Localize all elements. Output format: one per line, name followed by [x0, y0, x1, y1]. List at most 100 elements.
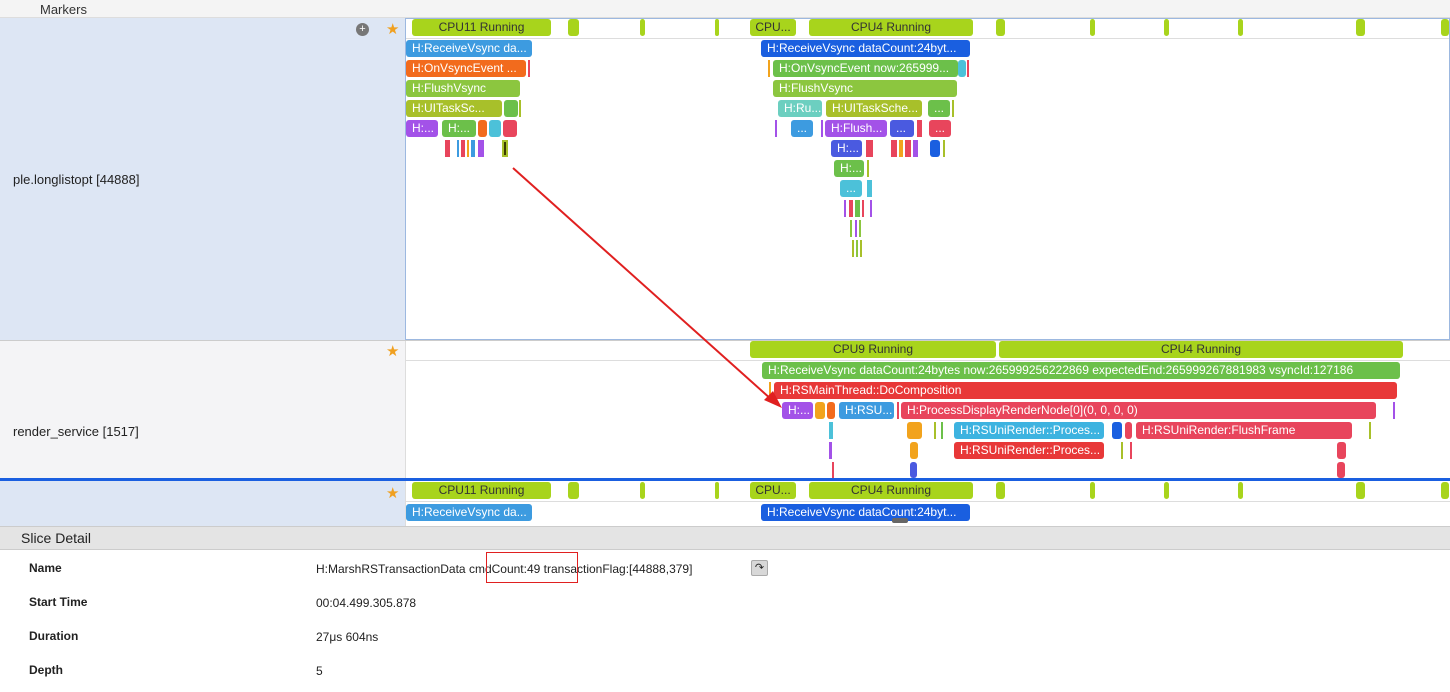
thin-slice[interactable] — [862, 200, 864, 217]
thin-slice[interactable] — [866, 140, 873, 157]
slice-flush[interactable]: H:Flush... — [825, 120, 887, 137]
slice[interactable] — [478, 120, 487, 137]
cpu-slice[interactable]: CPU4 Running — [999, 341, 1403, 358]
thin-slice[interactable] — [1393, 402, 1395, 419]
thin-slice[interactable] — [897, 402, 899, 419]
thin-slice[interactable] — [870, 200, 872, 217]
thin-slice[interactable] — [844, 200, 846, 217]
scroll-handle[interactable] — [892, 518, 908, 523]
cpu-slice[interactable] — [640, 482, 645, 499]
star-icon[interactable]: ★ — [386, 342, 399, 360]
slice-receive-vsync[interactable]: H:ReceiveVsync da... — [406, 40, 532, 57]
slice-h[interactable]: H:... — [834, 160, 864, 177]
cpu-slice[interactable] — [996, 482, 1005, 499]
slice[interactable] — [504, 100, 518, 117]
slice[interactable] — [1337, 442, 1346, 459]
thin-slice[interactable] — [519, 100, 521, 117]
slice[interactable] — [489, 120, 501, 137]
thin-slice[interactable] — [1369, 422, 1371, 439]
thin-slice[interactable] — [891, 140, 897, 157]
thin-slice[interactable] — [859, 220, 861, 237]
thin-slice[interactable] — [775, 120, 777, 137]
slice-process-display-render-node[interactable]: H:ProcessDisplayRenderNode[0](0, 0, 0, 0… — [901, 402, 1376, 419]
thin-slice[interactable] — [943, 140, 945, 157]
cpu-slice[interactable] — [1356, 19, 1365, 36]
thin-slice[interactable] — [528, 60, 530, 77]
cpu-slice[interactable] — [1164, 482, 1169, 499]
cpu-slice[interactable]: CPU9 Running — [750, 341, 996, 358]
slice-rsunirender-process[interactable]: H:RSUniRender::Proces... — [954, 422, 1104, 439]
slice-dots[interactable]: ... — [791, 120, 813, 137]
cpu-slice[interactable] — [1441, 19, 1449, 36]
slice-dots[interactable]: ... — [929, 120, 951, 137]
track-header-longlistopt-pinned[interactable] — [0, 481, 405, 526]
slice-flush-vsync[interactable]: H:FlushVsync — [773, 80, 957, 97]
cpu-slice[interactable] — [1356, 482, 1365, 499]
thin-slice[interactable] — [855, 220, 857, 237]
slice-rsunirender-process[interactable]: H:RSUniRender::Proces... — [954, 442, 1104, 459]
cpu-slice[interactable] — [715, 482, 719, 499]
thin-slice[interactable] — [867, 160, 869, 177]
cpu-slice[interactable]: CPU... — [750, 19, 796, 36]
thin-slice[interactable] — [829, 422, 833, 439]
cpu-slice[interactable] — [1090, 482, 1095, 499]
thin-slice[interactable] — [952, 100, 954, 117]
cpu-slice[interactable]: CPU11 Running — [412, 482, 551, 499]
cpu-slice[interactable]: CPU11 Running — [412, 19, 551, 36]
thin-slice[interactable] — [1121, 442, 1123, 459]
thin-slice[interactable] — [769, 382, 771, 399]
cpu-slice[interactable] — [568, 482, 579, 499]
slice[interactable] — [1112, 422, 1122, 439]
thin-slice[interactable] — [457, 140, 459, 157]
star-icon[interactable]: ★ — [386, 484, 399, 502]
cpu-slice[interactable] — [640, 19, 645, 36]
cpu-slice[interactable] — [996, 19, 1005, 36]
slice[interactable] — [1125, 422, 1132, 439]
slice[interactable] — [910, 462, 917, 478]
thin-slice[interactable] — [899, 140, 903, 157]
thin-slice[interactable] — [860, 240, 862, 257]
thin-slice[interactable] — [1130, 442, 1132, 459]
cpu-slice[interactable] — [1238, 482, 1243, 499]
thin-slice[interactable] — [445, 140, 450, 157]
slice-h[interactable]: H:... — [406, 120, 438, 137]
selected-slice[interactable] — [502, 140, 508, 157]
thin-slice[interactable] — [467, 140, 469, 157]
slice-receive-vsync[interactable]: H:ReceiveVsync dataCount:24byt... — [761, 40, 970, 57]
cpu-slice[interactable] — [715, 19, 719, 36]
cpu-slice[interactable]: CPU4 Running — [809, 19, 973, 36]
thin-slice[interactable] — [829, 442, 832, 459]
slice-receive-vsync[interactable]: H:ReceiveVsync dataCount:24byt... — [761, 504, 970, 521]
slice[interactable] — [907, 422, 922, 439]
cpu-slice[interactable] — [1238, 19, 1243, 36]
thin-slice[interactable] — [934, 422, 936, 439]
star-icon[interactable]: ★ — [386, 20, 399, 38]
cpu-slice[interactable]: CPU... — [750, 482, 796, 499]
track-header-render-service[interactable] — [0, 341, 405, 478]
thin-slice[interactable] — [832, 462, 834, 478]
thin-slice[interactable] — [917, 120, 922, 137]
thin-slice[interactable] — [913, 140, 918, 157]
slice-rsu[interactable]: H:RSU... — [839, 402, 894, 419]
slice-receive-vsync[interactable]: H:ReceiveVsync da... — [406, 504, 532, 521]
thin-slice[interactable] — [849, 200, 853, 217]
thin-slice[interactable] — [478, 140, 484, 157]
thin-slice[interactable] — [855, 200, 860, 217]
slice-onvsync-event[interactable]: H:OnVsyncEvent ... — [406, 60, 526, 77]
thin-slice[interactable] — [905, 140, 911, 157]
thin-slice[interactable] — [768, 60, 770, 77]
plus-circle-icon[interactable]: + — [356, 23, 369, 36]
thin-slice[interactable] — [821, 120, 823, 137]
thin-slice[interactable] — [941, 422, 943, 439]
slice-flush-vsync[interactable]: H:FlushVsync — [406, 80, 520, 97]
slice[interactable] — [910, 442, 918, 459]
slice-do-composition[interactable]: H:RSMainThread::DoComposition — [774, 382, 1397, 399]
thin-slice[interactable] — [856, 240, 858, 257]
thin-slice[interactable] — [852, 240, 854, 257]
cpu-slice[interactable]: CPU4 Running — [809, 482, 973, 499]
slice-dots[interactable]: ... — [840, 180, 862, 197]
cpu-slice[interactable] — [1164, 19, 1169, 36]
slice[interactable] — [1337, 462, 1345, 478]
slice-ru[interactable]: H:Ru... — [778, 100, 822, 117]
slice-dots[interactable]: ... — [928, 100, 950, 117]
